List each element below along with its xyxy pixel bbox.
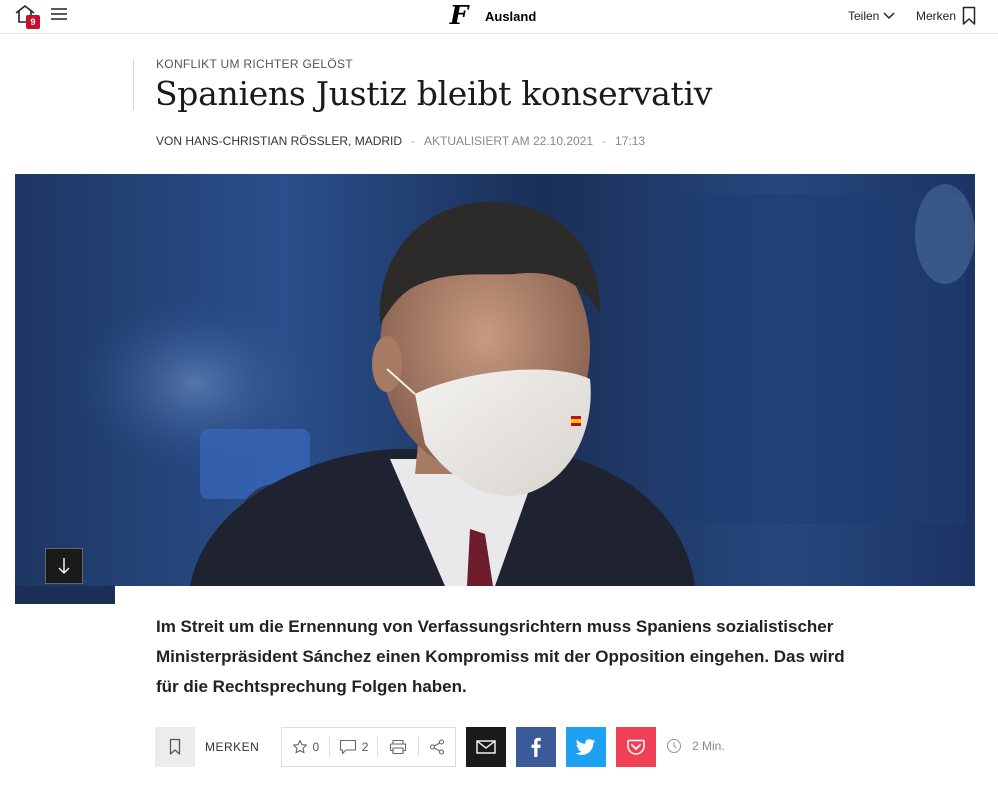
hero-image [15,174,975,586]
section-link[interactable]: Ausland [485,9,536,24]
bookmark-icon [962,6,976,25]
pocket-share-button[interactable] [616,727,656,767]
hero-image-caption-strip [15,586,115,604]
updated-time: 17:13 [615,134,646,148]
bookmark-button[interactable] [155,727,195,767]
facebook-share-button[interactable] [516,727,556,767]
chevron-down-icon [883,12,895,20]
arrow-down-icon [58,558,70,574]
article-tools: 0 2 [281,727,456,767]
home-button[interactable]: 9 [14,4,40,29]
print-icon [390,739,407,755]
meta-separator: - [411,134,416,148]
read-time: 2 Min. [666,738,725,754]
brand: F Ausland [447,2,537,30]
comment-icon [339,739,356,755]
bookmark-button-top[interactable]: Merken [916,5,976,27]
share-icon [430,739,445,755]
twitter-icon [576,739,596,755]
menu-icon [51,8,67,20]
meta-separator: - [602,134,607,148]
hero-photo [75,184,975,586]
share-label: Teilen [848,9,880,23]
article-lead: Im Streit um die Ernennung von Verfassun… [156,617,845,696]
scroll-down-button[interactable] [45,548,83,584]
email-share-button[interactable] [466,727,506,767]
favorite-count: 0 [312,740,320,754]
notification-badge: 9 [26,15,40,29]
share-dropdown-button[interactable]: Teilen [848,7,895,25]
bookmark-label-top: Merken [916,9,957,23]
share-button[interactable] [419,728,455,766]
article-meta: VON HANS-CHRISTIAN RÖSSLER, MADRID - AKT… [156,134,645,148]
article-headline: Spaniens Justiz bleibt konservativ [155,74,713,113]
faz-logo[interactable]: F [447,2,471,30]
print-button[interactable] [378,728,418,766]
star-icon [292,739,307,754]
top-navigation-bar: 9 F Ausland Teilen Merken [0,0,998,34]
facebook-icon [531,737,541,757]
clock-icon [666,738,682,754]
twitter-share-button[interactable] [566,727,606,767]
comments-button[interactable]: 2 [330,728,378,766]
favorite-button[interactable]: 0 [282,728,329,766]
comment-count: 2 [361,740,369,754]
kicker-divider [133,59,134,110]
article-kicker: KONFLIKT UM RICHTER GELÖST [156,57,353,71]
bookmark-label[interactable]: MERKEN [205,740,259,754]
read-time-label: 2 Min. [692,739,725,753]
author-link[interactable]: VON HANS-CHRISTIAN RÖSSLER, MADRID [156,134,402,148]
pocket-icon [627,739,645,755]
bookmark-icon [169,738,181,755]
updated-date: AKTUALISIERT AM 22.10.2021 [424,134,594,148]
mail-icon [476,740,496,754]
menu-button[interactable] [50,6,70,24]
